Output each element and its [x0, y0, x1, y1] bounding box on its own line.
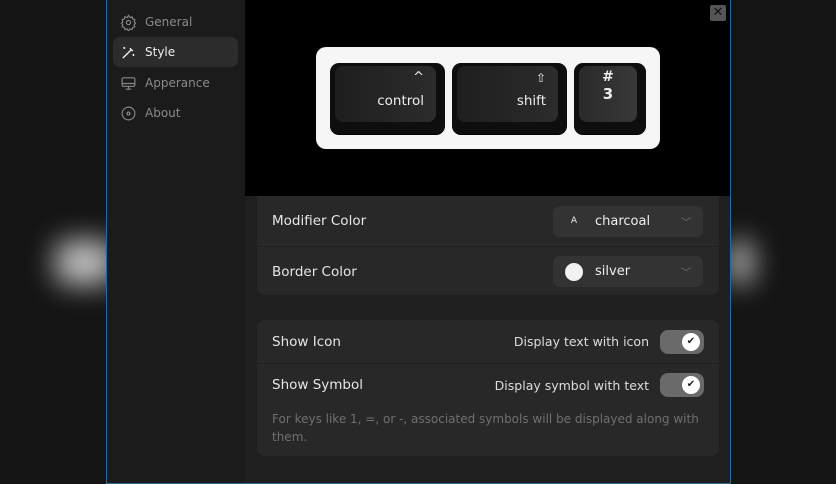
- show-symbol-label: Show Symbol: [272, 377, 364, 393]
- modifier-color-select[interactable]: A charcoal ﹀: [553, 205, 703, 237]
- key-tray: ^ control ⇧ shift # 3: [316, 47, 660, 149]
- control-symbol: ^: [413, 70, 424, 85]
- info-circle-icon: [121, 106, 136, 120]
- key-label: 3: [602, 85, 614, 103]
- border-color-label: Border Color: [272, 263, 357, 280]
- modifier-color-value: charcoal: [595, 213, 651, 229]
- border-color-select[interactable]: silver ﹀: [553, 256, 703, 287]
- monitor-icon: [121, 76, 136, 90]
- show-icon-toggle[interactable]: ✔: [660, 329, 704, 354]
- font-a-icon: A: [570, 216, 578, 226]
- show-symbol-description: Display symbol with text: [494, 377, 649, 393]
- sidebar-item-label: General: [145, 15, 193, 29]
- key-label: shift: [516, 93, 546, 109]
- sidebar-item-appearance[interactable]: Apperance: [113, 68, 238, 98]
- gear-icon: [120, 13, 137, 31]
- modifier-color-row: Modifier Color A charcoal ﹀: [257, 196, 719, 246]
- key-symbol: #: [602, 69, 614, 85]
- show-icon-row: Show Icon Display text with icon ✔: [257, 320, 719, 363]
- close-button[interactable]: ✕: [710, 5, 726, 21]
- magic-wand-icon: [122, 46, 135, 59]
- shift-symbol: ⇧: [535, 71, 546, 85]
- color-settings-card: Modifier Color A charcoal ﹀ Border Color…: [257, 196, 719, 295]
- sidebar: General Style Apperance About: [107, 0, 245, 483]
- key-3: # 3: [574, 63, 646, 134]
- border-color-row: Border Color silver ﹀: [257, 246, 719, 296]
- show-icon-description: Display text with icon: [513, 334, 649, 349]
- key-control: ^ control: [330, 63, 445, 134]
- sidebar-item-label: Apperance: [145, 76, 210, 90]
- background-blur-right: [728, 240, 753, 285]
- sidebar-item-general[interactable]: General: [113, 7, 238, 37]
- sidebar-item-style[interactable]: Style: [113, 37, 238, 67]
- show-symbol-row: Show Symbol Display symbol with text ✔: [257, 363, 719, 406]
- chevron-down-icon: ﹀: [681, 268, 691, 279]
- check-icon: ✔: [682, 376, 700, 394]
- check-icon: ✔: [682, 332, 700, 351]
- show-icon-label: Show Icon: [272, 333, 341, 350]
- key-shift: ⇧ shift: [452, 63, 567, 134]
- sidebar-item-label: Style: [145, 45, 176, 59]
- chevron-down-icon: ﹀: [681, 217, 691, 229]
- modifier-color-label: Modifier Color: [272, 213, 367, 229]
- sidebar-item-about[interactable]: About: [113, 98, 238, 128]
- settings-window: General Style Apperance About ✕ ^ contro…: [106, 0, 731, 484]
- sidebar-item-label: About: [145, 106, 181, 120]
- show-symbol-toggle[interactable]: ✔: [660, 373, 704, 397]
- display-options-card: Show Icon Display text with icon ✔ Show …: [257, 320, 719, 456]
- key-label: control: [377, 93, 424, 109]
- keystroke-preview: ✕ ^ control ⇧ shift # 3: [245, 0, 730, 196]
- border-color-value: silver: [595, 264, 631, 279]
- color-swatch: [565, 262, 583, 281]
- symbol-note: For keys like 1, =, or -, associated sym…: [272, 412, 699, 444]
